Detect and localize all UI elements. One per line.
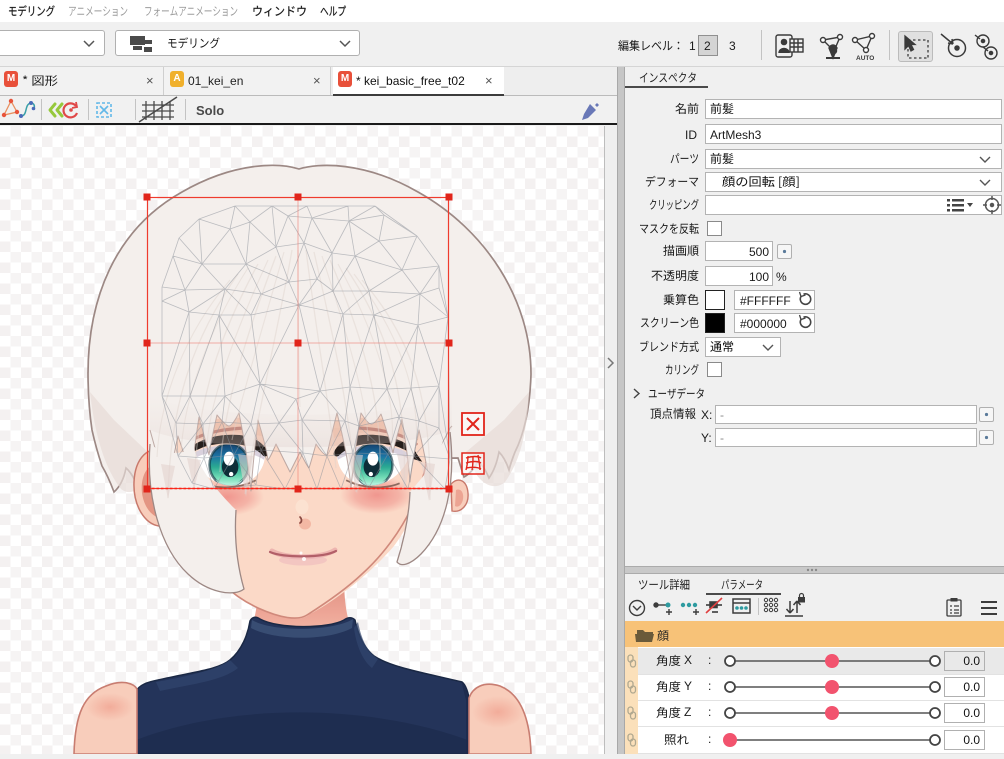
svg-text:AUTO: AUTO: [856, 55, 874, 62]
